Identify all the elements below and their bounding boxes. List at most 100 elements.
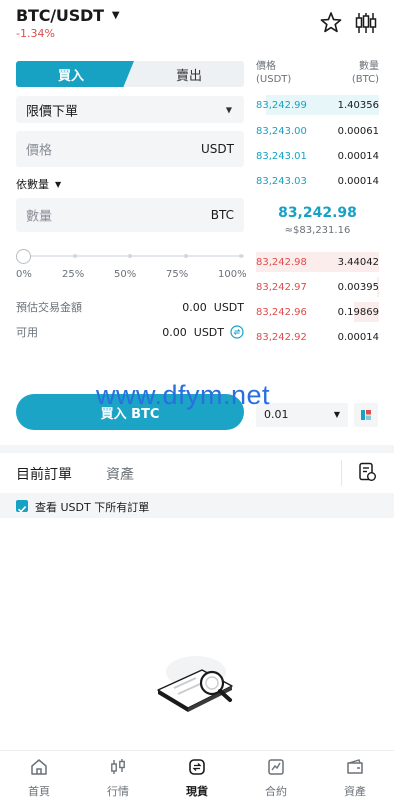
section-divider	[0, 445, 394, 453]
orderbook-ask-row[interactable]: 83,242.98 3.44042	[256, 252, 379, 272]
percent-labels: 0% 25% 50% 75% 100%	[16, 269, 247, 281]
ask-qty: 0.19869	[337, 307, 379, 318]
orderbook-ask-row[interactable]: 83,242.92 0.00014	[256, 327, 379, 347]
nav-label: 行情	[107, 785, 129, 798]
top-header: BTC/USDT ▼ -1.34%	[0, 0, 394, 48]
ask-price: 83,242.92	[256, 332, 307, 343]
estimated-amount: 0.00 USDT	[182, 301, 244, 314]
bid-qty: 0.00014	[337, 176, 379, 187]
nav-label: 合約	[265, 785, 287, 798]
available-label: 可用	[16, 326, 38, 339]
orderbook-bid-row[interactable]: 83,243.00 0.00061	[256, 121, 379, 141]
available-row: 可用 0.00 USDT	[16, 324, 244, 340]
pair-name: BTC/USDT	[16, 6, 104, 25]
nav-assets[interactable]: 資產	[316, 751, 394, 800]
order-type-select[interactable]: 限價下單 ▼	[16, 96, 244, 123]
estimated-amount-value: 0.00	[182, 300, 207, 314]
orderbook-bid-row[interactable]: 83,243.03 0.00014	[256, 171, 379, 191]
market-icon	[111, 759, 125, 774]
estimated-amount-row: 預估交易金額 0.00 USDT	[16, 299, 244, 315]
quantity-unit: BTC	[210, 208, 234, 222]
tab-open-orders[interactable]: 目前訂單	[16, 464, 72, 484]
nav-market[interactable]: 行情	[79, 751, 157, 800]
percent-label: 75%	[166, 269, 189, 280]
slider-stop[interactable]	[239, 254, 243, 258]
nav-label: 現貨	[186, 785, 208, 798]
star-icon[interactable]	[318, 10, 344, 36]
ask-price: 83,242.97	[256, 282, 307, 293]
orderbook-bid-row[interactable]: 83,243.01 0.00014	[256, 146, 379, 166]
bid-price: 83,243.01	[256, 151, 307, 162]
dropdown-arrow-icon: ▼	[55, 179, 62, 189]
order-type-value: 限價下單	[26, 104, 79, 119]
bid-price: 83,243.00	[256, 126, 307, 137]
nav-spot[interactable]: 現貨	[158, 751, 236, 800]
nav-futures[interactable]: 合約	[237, 751, 315, 800]
price-column-unit: (USDT)	[256, 74, 292, 85]
available-unit: USDT	[193, 325, 224, 339]
empty-orders-illustration	[157, 656, 233, 712]
estimated-amount-unit: USDT	[213, 300, 244, 314]
amount-slider[interactable]	[16, 248, 244, 264]
price-input[interactable]: 價格 USDT	[16, 131, 244, 167]
bottom-nav: 首頁 行情 現貨 合約 資產	[0, 750, 394, 800]
ask-price: 83,242.96	[256, 307, 307, 318]
ask-price: 83,242.98	[256, 257, 307, 268]
orderbook-ask-row[interactable]: 83,242.97 0.00395	[256, 277, 379, 297]
nav-home[interactable]: 首頁	[0, 751, 78, 800]
percent-label: 25%	[62, 269, 85, 280]
estimated-amount-label: 預估交易金額	[16, 301, 82, 314]
tab-sell[interactable]: 賣出	[134, 61, 244, 87]
price-unit: USDT	[201, 142, 234, 156]
percent-label: 50%	[114, 269, 137, 280]
spot-icon	[189, 759, 205, 775]
quantity-input[interactable]: 數量 BTC	[16, 198, 244, 232]
slider-stop[interactable]	[73, 254, 77, 258]
bid-qty: 0.00061	[337, 126, 379, 137]
orderbook-bid-row[interactable]: 83,242.99 1.40356	[256, 95, 379, 115]
price-column-header: 價格	[256, 61, 276, 72]
orderbook-layout-icon	[361, 410, 371, 420]
bid-qty: 0.00014	[337, 151, 379, 162]
qty-column-unit: (BTC)	[351, 74, 379, 85]
bid-price: 83,243.03	[256, 176, 307, 187]
transfer-icon[interactable]	[230, 325, 244, 339]
ask-qty: 0.00395	[337, 282, 379, 293]
ask-qty: 0.00014	[337, 332, 379, 343]
checkmark-icon	[17, 506, 27, 513]
available-value: 0.00	[162, 325, 187, 339]
percent-label: 0%	[16, 269, 32, 280]
orderbook-layout-button[interactable]	[354, 403, 378, 427]
price-placeholder: 價格	[26, 143, 53, 159]
order-history-icon[interactable]	[356, 461, 378, 483]
slider-stop[interactable]	[184, 254, 188, 258]
qty-mode-label: 依數量	[16, 178, 49, 191]
futures-icon	[268, 759, 284, 775]
qty-column-header: 數量	[359, 61, 379, 72]
last-price[interactable]: 83,242.98	[256, 205, 379, 221]
caret-down-icon: ▼	[111, 10, 120, 21]
watermark: www.dfym.net	[96, 380, 271, 410]
slider-track	[24, 255, 244, 257]
slider-stop[interactable]	[128, 254, 132, 258]
orderbook-ask-row[interactable]: 83,242.96 0.19869	[256, 302, 379, 322]
price-change: -1.34%	[16, 27, 55, 40]
nav-label: 首頁	[28, 785, 50, 798]
filter-checkbox[interactable]	[16, 500, 28, 513]
ask-qty: 3.44042	[337, 257, 379, 268]
pair-selector[interactable]: BTC/USDT ▼	[16, 6, 120, 25]
home-icon	[31, 759, 47, 775]
wallet-icon	[347, 759, 363, 774]
tab-buy[interactable]: 買入	[16, 61, 134, 87]
candlestick-chart-icon[interactable]	[353, 10, 379, 36]
qty-mode-select[interactable]: 依數量 ▼	[16, 176, 61, 192]
filter-label[interactable]: 查看 USDT 下所有訂單	[35, 499, 149, 515]
percent-label: 100%	[218, 269, 247, 280]
available-amount: 0.00 USDT	[162, 325, 244, 339]
bid-qty: 1.40356	[337, 100, 379, 111]
tab-assets[interactable]: 資產	[106, 464, 134, 484]
dropdown-arrow-icon: ▼	[333, 410, 340, 419]
slider-handle[interactable]	[16, 249, 31, 264]
divider	[341, 460, 342, 486]
last-price-fiat: ≈$83,231.16	[284, 225, 351, 236]
